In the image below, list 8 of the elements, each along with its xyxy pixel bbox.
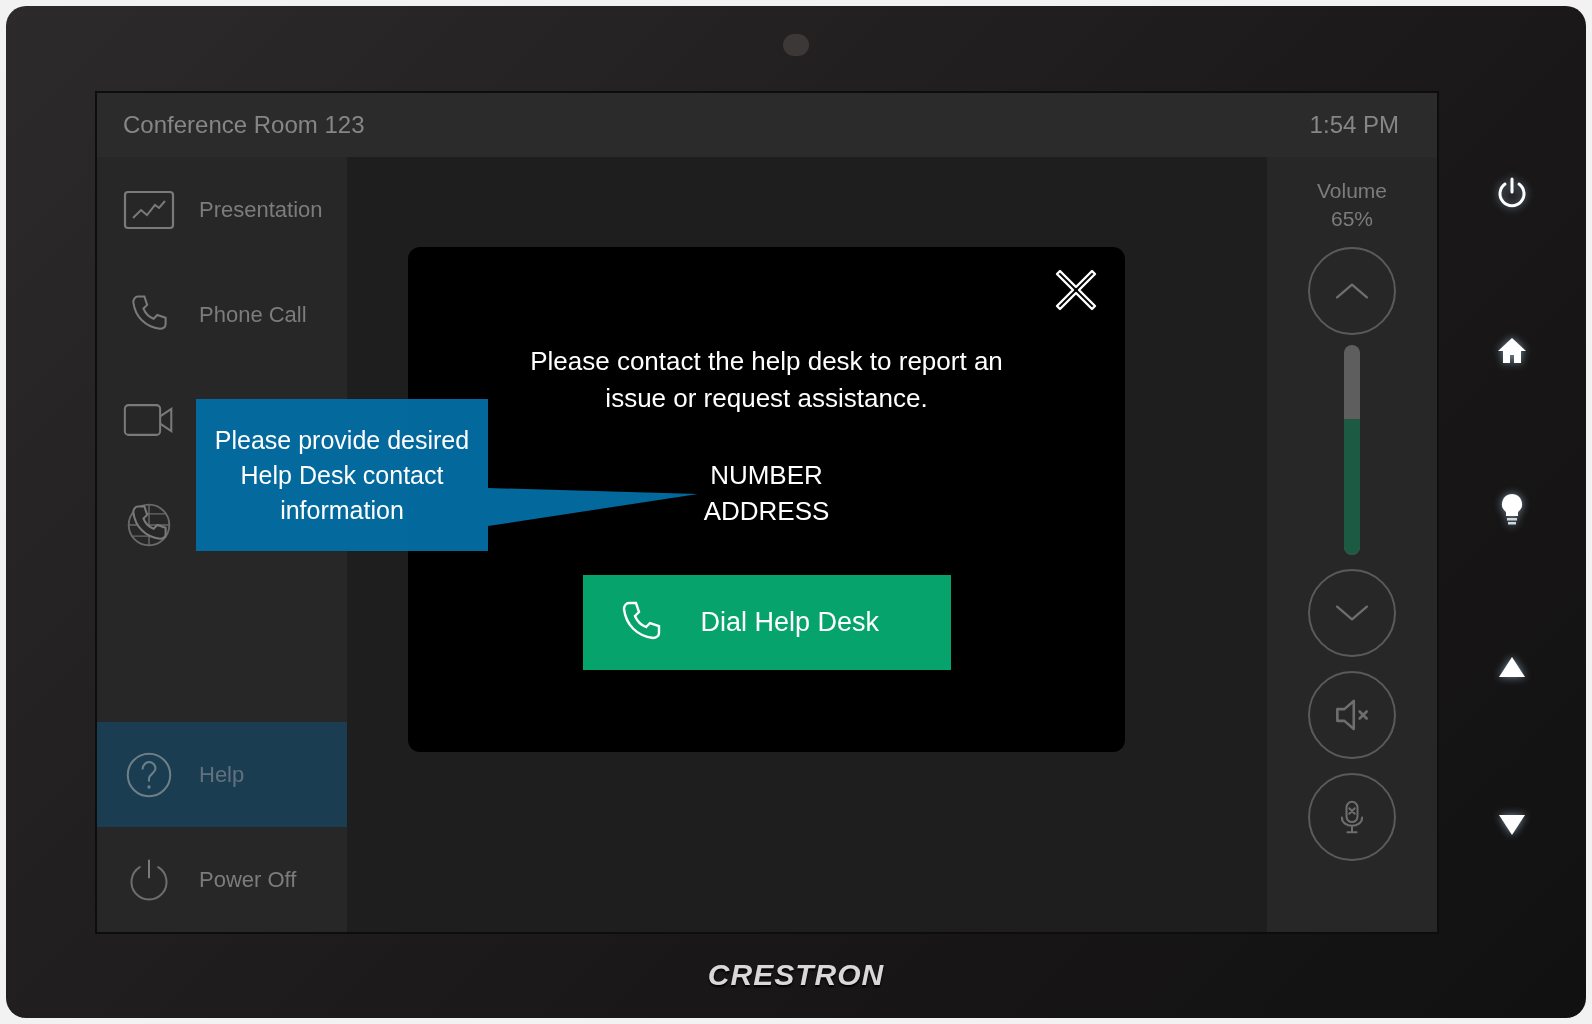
callout-text: Please provide desired Help Desk contact information	[213, 424, 471, 526]
brand-logo: CRESTRON	[707, 958, 885, 992]
contact-line: NUMBER	[710, 459, 823, 492]
clock-time: 1:54 PM	[1309, 111, 1399, 139]
contact-line: ADDRESS	[703, 495, 830, 528]
dialog-message: Please contact the help desk to report an issue or request assistance.	[529, 345, 1004, 415]
room-name: Conference Room 123	[123, 111, 365, 139]
volume-label: Volume 65%	[1316, 178, 1387, 232]
